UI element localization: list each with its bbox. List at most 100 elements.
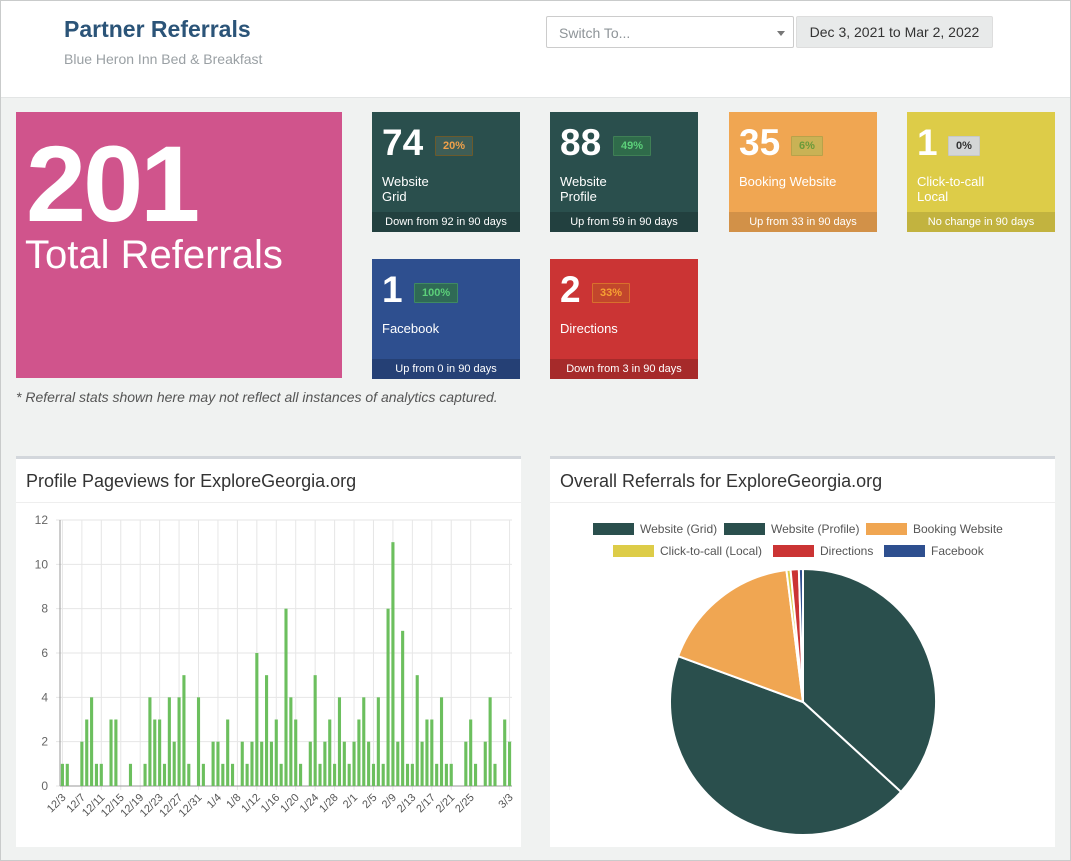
pageview-bar (289, 697, 293, 786)
pageview-bar (328, 719, 332, 786)
pageviews-panel: Profile Pageviews for ExploreGeorgia.org… (16, 456, 521, 847)
pageview-bar (435, 763, 439, 786)
tile-booking-website: 35 6% Booking Website Up from 33 in 90 days (729, 112, 877, 232)
y-tick-label: 12 (35, 513, 49, 527)
tile-label: Website Profile (560, 174, 680, 204)
pageview-bar (415, 675, 419, 786)
tile-value: 88 (560, 122, 602, 163)
pageview-bar (143, 763, 147, 786)
total-referrals-card: 201 Total Referrals (16, 112, 342, 378)
pageview-bar (352, 741, 356, 786)
referrals-panel: Overall Referrals for ExploreGeorgia.org… (550, 456, 1055, 847)
total-referrals-label: Total Referrals (25, 233, 283, 277)
pageview-bar (386, 608, 390, 786)
legend-label: Directions (820, 544, 873, 558)
legend-label: Website (Grid) (640, 522, 717, 536)
x-tick-label: 1/4 (205, 792, 224, 811)
pageview-bar (347, 763, 351, 786)
referrals-panel-title: Overall Referrals for ExploreGeorgia.org (560, 471, 883, 491)
pageview-bar (260, 741, 264, 786)
tile-label: Click-to-call Local (917, 174, 1037, 204)
legend-label: Facebook (931, 544, 985, 558)
pageview-bar (503, 719, 507, 786)
pageview-bar (444, 763, 448, 786)
pageview-bar (109, 719, 113, 786)
x-tick-label: 1/24 (298, 792, 322, 816)
pageview-bar (65, 763, 69, 786)
referral-disclaimer: * Referral stats shown here may not refl… (16, 389, 498, 405)
tile-label: Facebook (382, 321, 502, 336)
legend-swatch (773, 545, 814, 557)
tile-value: 1 (382, 269, 403, 310)
pageview-bar (483, 741, 487, 786)
tile-directions: 2 33% Directions Down from 3 in 90 days (550, 259, 698, 379)
tile-label-line1: Click-to-call (917, 174, 985, 189)
tile-label-line1: Website (560, 174, 607, 189)
tile-value: 2 (560, 269, 581, 310)
y-tick-label: 10 (35, 557, 49, 571)
legend-swatch (593, 523, 634, 535)
pageview-bar (211, 741, 215, 786)
pageview-bar (80, 741, 84, 786)
pageview-bar (391, 542, 395, 786)
pageview-bar (265, 675, 269, 786)
x-tick-label: 2/17 (414, 792, 438, 816)
pageview-bar (274, 719, 278, 786)
pageview-bar (449, 763, 453, 786)
business-name: Blue Heron Inn Bed & Breakfast (64, 51, 263, 67)
x-tick-label: 2/25 (453, 792, 477, 816)
tile-website-profile: 88 49% Website Profile Up from 59 in 90 days (550, 112, 698, 232)
page-header: Partner Referrals Blue Heron Inn Bed & B… (1, 1, 1070, 98)
tile-label-line1: Booking Website (739, 174, 837, 189)
pageview-bar (362, 697, 366, 786)
pageview-bar (430, 719, 434, 786)
tile-label-line2: Profile (560, 189, 597, 204)
pageview-bar (240, 741, 244, 786)
pageview-bar (187, 763, 191, 786)
pageview-bar (493, 763, 497, 786)
pageview-bar (367, 741, 371, 786)
tile-trend-footer: Up from 0 in 90 days (372, 359, 520, 379)
x-tick-label: 1/12 (239, 792, 263, 816)
percent-badge: 0% (948, 136, 980, 156)
x-tick-label: 1/20 (278, 792, 302, 816)
tile-website-grid: 74 20% Website Grid Down from 92 in 90 days (372, 112, 520, 232)
percent-badge: 49% (613, 136, 652, 156)
tile-click-to-call-local: 1 0% Click-to-call Local No change in 90 day… (907, 112, 1055, 232)
x-tick-label: 12/3 (45, 792, 69, 816)
pageview-bar (201, 763, 205, 786)
pageview-bar (420, 741, 424, 786)
date-range-button[interactable]: Dec 3, 2021 to Mar 2, 2022 (796, 16, 993, 48)
tile-trend-footer: Up from 59 in 90 days (550, 212, 698, 232)
tile-label-line1: Website (382, 174, 429, 189)
pageview-bar (216, 741, 220, 786)
x-tick-label: 2/1 (341, 792, 360, 811)
tile-label: Booking Website (739, 174, 859, 189)
pageview-bar (158, 719, 162, 786)
tile-facebook: 1 100% Facebook Up from 0 in 90 days (372, 259, 520, 379)
pageview-bar (469, 719, 473, 786)
pageviews-bar-chart: 02468101212/312/712/1112/1512/1912/2312/… (35, 513, 516, 820)
pageview-bar (172, 741, 176, 786)
tile-trend-footer: Up from 33 in 90 days (729, 212, 877, 232)
tile-label-line2: Grid (382, 189, 407, 204)
pageview-bar (269, 741, 273, 786)
pageview-bar (177, 697, 181, 786)
pageview-bar (508, 741, 512, 786)
switch-to-select[interactable]: Switch To... (546, 16, 794, 48)
legend-swatch (724, 523, 765, 535)
page-title: Partner Referrals (64, 16, 251, 42)
x-tick-label: 3/3 (496, 792, 515, 811)
pageview-bar (284, 608, 288, 786)
pageview-bar (90, 697, 94, 786)
pageview-bar (294, 719, 298, 786)
pageview-bar (376, 697, 380, 786)
switch-to-placeholder: Switch To... (559, 25, 631, 41)
x-tick-label: 1/28 (317, 792, 341, 816)
pageview-bar (162, 763, 167, 786)
legend-swatch (866, 523, 907, 535)
tile-label-line2: Local (917, 189, 949, 204)
pageview-bar (357, 719, 361, 786)
pageview-bar (182, 675, 186, 786)
pageview-bar (85, 719, 89, 786)
